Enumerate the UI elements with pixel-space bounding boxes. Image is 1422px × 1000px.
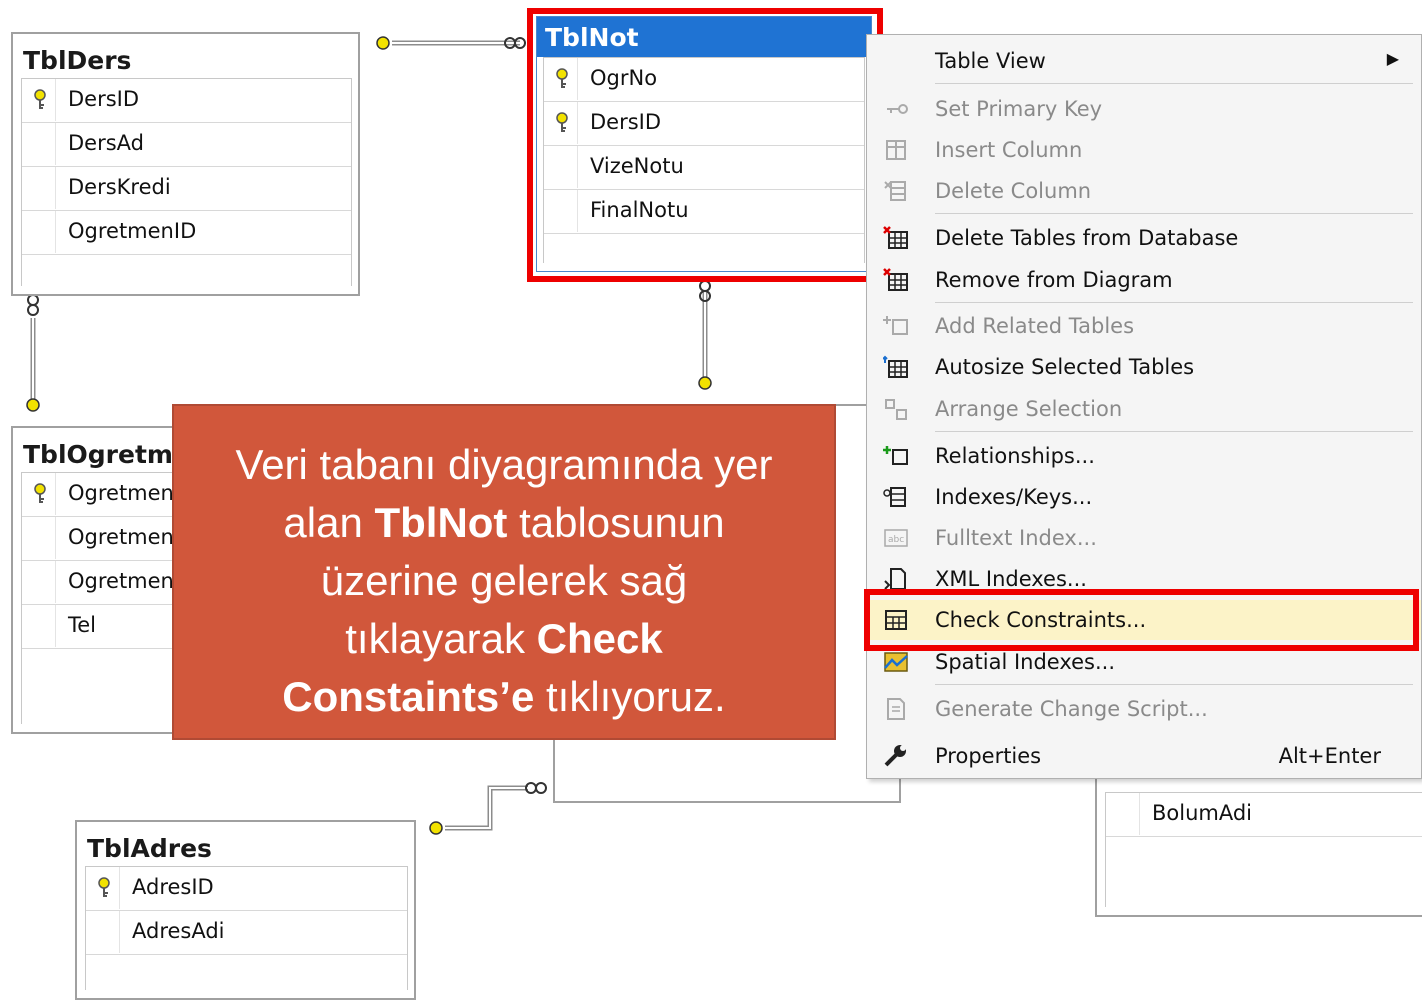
primary-key-icon [98,877,110,897]
menu-item-table-view[interactable]: Table View ▶ [867,41,1421,81]
column-row[interactable]: DersAd [22,123,351,167]
table-title[interactable]: TblAdres [77,822,414,864]
menu-item-delete-tables[interactable]: Delete Tables from Database [867,218,1421,258]
insert-column-icon [886,140,906,160]
menu-item-set-primary-key[interactable]: Set Primary Key [867,89,1421,129]
column-name: AdresAdi [132,919,225,943]
table-title[interactable]: TblDers [13,34,358,76]
delete-column-icon [884,181,906,201]
callout-line: Constaints’e tıklıyoruz. [282,673,726,720]
svg-text:abc: abc [888,535,904,545]
menu-item-relationships[interactable]: Relationships... [867,436,1421,476]
spatial-icon [884,652,908,672]
table-tblbolum-partial[interactable]: BolumAdi [1095,760,1422,917]
menu-item-delete-column[interactable]: Delete Column [867,171,1421,211]
column-name: DersKredi [68,175,171,199]
wrench-icon [884,745,906,767]
arrange-icon [885,399,907,420]
column-name: OgretmenID [68,219,197,243]
context-menu: Table View ▶ Set Primary Key Insert Colum… [866,34,1422,779]
instruction-callout: Veri tabanı diyagramında yer alan TblNot… [172,404,836,740]
callout-line: üzerine gelerek sağ [320,557,688,604]
menu-item-insert-column[interactable]: Insert Column [867,130,1421,170]
check-constraints-highlight-box [864,589,1419,651]
fulltext-icon: abc [884,529,908,547]
menu-item-properties[interactable]: Properties Alt+Enter [867,736,1421,776]
menu-item-arrange-selection[interactable]: Arrange Selection [867,389,1421,429]
column-row[interactable]: DersKredi [22,167,351,211]
column-row[interactable]: AdresAdi [86,911,407,955]
column-row[interactable]: BolumAdi [1106,793,1422,837]
tblnot-highlight-box [527,8,883,282]
menu-item-remove-from-diagram[interactable]: Remove from Diagram [867,260,1421,300]
menu-item-autosize[interactable]: Autosize Selected Tables [867,347,1421,387]
remove-table-icon [883,268,908,291]
column-row[interactable]: DersID [22,79,351,123]
callout-line: Veri tabanı diyagramında yer [235,441,773,488]
column-grid: DersID DersAd DersKredi OgretmenID [21,78,352,286]
column-grid: AdresID AdresAdi [85,866,408,990]
callout-line: alan TblNot tablosunun [283,499,725,546]
primary-key-icon [34,483,46,503]
autosize-icon [883,355,908,378]
column-name: DersAd [68,131,144,155]
column-name: BolumAdi [1152,801,1253,825]
column-grid: BolumAdi [1105,792,1422,907]
delete-table-icon [883,226,908,249]
table-tbladres[interactable]: TblAdres AdresID AdresAdi [75,820,416,1000]
add-related-icon [883,316,908,335]
shortcut-text: Alt+Enter [1278,744,1381,768]
primary-key-icon [34,89,46,109]
column-name: Tel [68,613,97,637]
column-name: AdresID [132,875,214,899]
xml-icon [884,568,906,590]
indexes-icon [883,487,906,507]
menu-item-fulltext-index[interactable]: abc Fulltext Index... [867,518,1421,558]
submenu-arrow-icon: ▶ [1386,49,1399,68]
menu-item-indexes-keys[interactable]: Indexes/Keys... [867,477,1421,517]
key-icon [887,104,908,114]
relationships-icon [883,446,908,465]
rel-adres-ogrenci [445,785,528,831]
column-row[interactable]: OgretmenID [22,211,351,255]
table-tblders[interactable]: TblDers DersID DersAd DersKredi Ogretmen… [11,32,360,296]
column-name: DersID [68,87,140,111]
menu-item-add-related-tables[interactable]: Add Related Tables [867,306,1421,346]
script-icon [887,698,905,720]
database-diagram-canvas[interactable]: TblDers DersID DersAd DersKredi Ogretmen… [0,0,1422,1000]
menu-item-generate-change-script[interactable]: Generate Change Script... [867,689,1421,729]
column-row[interactable]: AdresID [86,867,407,911]
callout-line: tıklayarak Check [345,615,663,662]
